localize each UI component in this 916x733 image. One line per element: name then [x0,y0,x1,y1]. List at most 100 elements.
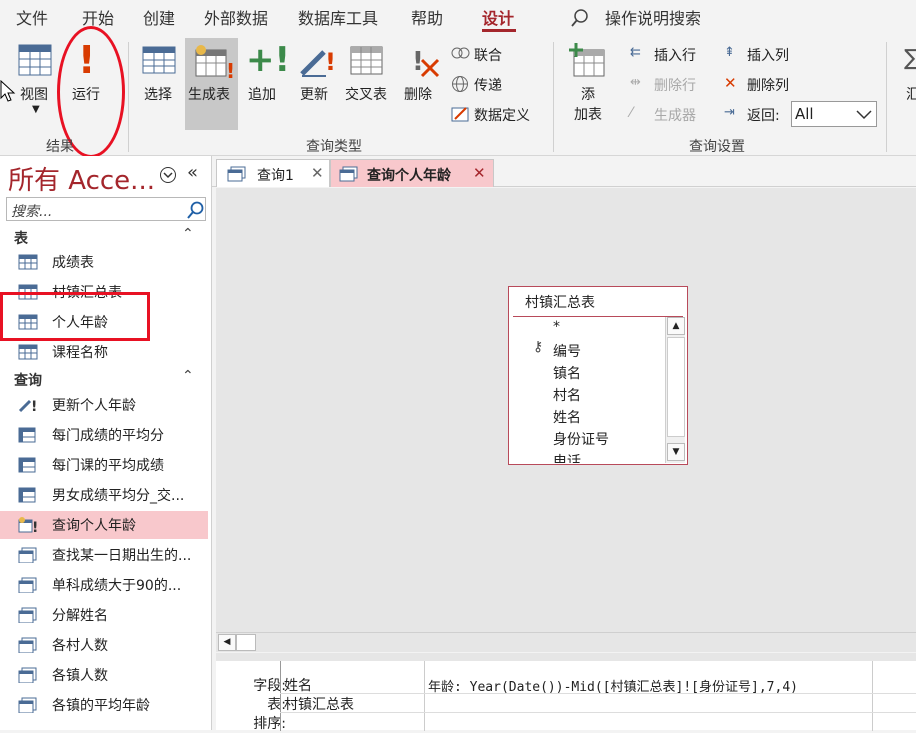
select-query-icon [142,46,176,74]
scroll-up-icon[interactable]: ▲ [667,317,685,335]
tab-query1[interactable]: 查询1 ✕ [216,159,330,187]
grid-table-cell[interactable]: 村镇汇总表 [284,694,354,714]
field-item[interactable]: 村名 [553,385,581,405]
row-label-sort: 排序: [253,716,286,732]
select-query-icon [18,697,37,713]
field-item[interactable]: 电话 [553,451,581,463]
grid-line [280,712,916,713]
nav-item-query[interactable]: 查找某一日期出生的... [0,541,208,569]
select-query-icon [18,667,37,683]
nav-item-query-selected[interactable]: ! 查询个人年龄 [0,511,208,539]
nav-item-query[interactable]: 男女成绩平均分_交... [0,481,208,509]
close-icon[interactable]: ✕ [473,164,486,182]
return-dropdown[interactable]: All [791,101,877,127]
nav-item-label: 每门课的平均成绩 [52,458,164,474]
crosstab-query-icon [18,487,36,503]
nav-item-query[interactable]: 各镇人数 [0,661,208,689]
nav-section-tables[interactable]: 表 [14,228,28,248]
ribbon: 视图 ▼ ! 运行 结果 选择 ! 生成表 +! 追加 ! 更新 [0,26,916,158]
builder-wand-icon: ⁄ [630,105,633,121]
svg-text:!: ! [226,59,233,80]
scroll-left-icon[interactable]: ◀ [218,634,236,651]
data-definition-icon [451,107,469,122]
nav-item-label: 各镇人数 [52,668,108,684]
nav-item-query[interactable]: 各村人数 [0,631,208,659]
chevron-down-icon [856,110,872,120]
collapse-section-icon[interactable]: ⌃ [182,226,194,242]
nav-item-table[interactable]: 成绩表 [0,248,208,276]
union-label: 联合 [474,48,502,64]
field-item[interactable]: * [553,319,560,335]
table-icon [18,344,38,360]
search-icon[interactable] [187,201,205,219]
field-item[interactable]: 身份证号 [553,429,609,449]
row-label-field: 字段: [253,678,286,694]
grid-line [280,661,281,731]
delete-label: 删除 [404,87,432,103]
cursor-arrow-icon [0,80,16,102]
nav-item-query[interactable]: 每门成绩的平均分 [0,421,208,449]
nav-item-label: 每门成绩的平均分 [52,428,164,444]
field-list-scrollbar[interactable]: ▲ ▼ [665,317,685,463]
select-label: 选择 [144,87,172,103]
field-item[interactable]: 镇名 [553,363,581,383]
select-query-icon [18,577,37,593]
crosstab-query-icon [18,457,36,473]
delete-column-label: 删除列 [747,78,789,94]
design-grid: 字段: 表: 排序: 姓名 村镇汇总表 年龄: Year(Date())-Mid… [216,653,916,732]
table-field-list[interactable]: 村镇汇总表 * ⚷ 编号 镇名 村名 姓名 身份证号 电话 ▲ ▼ [508,286,688,465]
nav-menu-dropdown-icon[interactable] [159,166,177,184]
horizontal-scrollbar[interactable]: ◀ [216,632,916,652]
nav-item-query[interactable]: 单科成绩大于90的... [0,571,208,599]
delete-row-label: 删除行 [654,78,696,94]
menu-help[interactable]: 帮助 [411,5,443,29]
grid-field-cell[interactable]: 姓名 [284,675,312,695]
pass-through-label: 传递 [474,78,502,94]
nav-item-table[interactable]: 课程名称 [0,338,208,366]
menu-design[interactable]: 设计 [482,5,514,29]
make-table-button[interactable]: ! 生成表 [185,38,238,130]
insert-row-icon: ⇇ [630,45,641,60]
grid-field-cell[interactable]: 年龄: Year(Date())-Mid([村镇汇总表]![身份证号],7,4) [428,676,798,695]
document-tabs: 查询1 ✕ 查询个人年龄 ✕ [212,156,916,187]
collapse-section-icon[interactable]: ⌃ [182,368,194,384]
menu-database-tools[interactable]: 数据库工具 [298,5,378,29]
scroll-down-icon[interactable]: ▼ [667,443,685,461]
field-item[interactable]: 编号 [553,341,581,361]
nav-search-input[interactable]: 搜索... [6,197,206,221]
delete-row-icon: ⇹ [630,75,641,90]
nav-item-label: 各镇的平均年龄 [52,698,150,714]
nav-title[interactable]: 所有 Acce... [8,160,155,197]
insert-column-label: 插入列 [747,48,789,64]
tab-label: 查询1 [257,168,294,184]
field-list: * ⚷ 编号 镇名 村名 姓名 身份证号 电话 [509,317,665,463]
make-table-query-icon: ! [18,517,38,533]
scroll-thumb[interactable] [667,337,685,437]
query-setup-group-label: 查询设置 [689,139,745,155]
field-item[interactable]: 姓名 [553,407,581,427]
table-icon [18,254,38,270]
update-pencil-icon: ! [300,48,334,77]
nav-item-query[interactable]: 每门课的平均成绩 [0,451,208,479]
nav-item-query[interactable]: 分解姓名 [0,601,208,629]
nav-item-label: 查询个人年龄 [52,518,136,534]
menu-file[interactable]: 文件 [16,5,48,29]
globe-icon [452,76,468,92]
close-icon[interactable]: ✕ [311,164,324,182]
nav-section-queries[interactable]: 查询 [14,370,42,390]
nav-item-query[interactable]: ! 更新个人年龄 [0,391,208,419]
view-dropdown-arrow[interactable]: ▼ [32,104,40,115]
overflow-label: 汇 [906,87,916,103]
ribbon-separator [553,42,554,152]
scroll-thumb[interactable] [236,634,256,651]
collapse-nav-icon[interactable]: « [187,162,198,183]
menu-bar: 文件 开始 创建 外部数据 数据库工具 帮助 设计 操作说明搜索 [0,0,916,32]
menu-create[interactable]: 创建 [143,5,175,29]
nav-item-query[interactable]: 各镇的平均年龄 [0,691,208,719]
menu-external-data[interactable]: 外部数据 [204,5,268,29]
select-query-icon [18,637,37,653]
totals-icon[interactable]: ∑ [904,46,916,71]
tab-active[interactable]: 查询个人年龄 ✕ [330,159,494,187]
tell-me-search[interactable]: 操作说明搜索 [605,5,701,29]
nav-item-label: 查找某一日期出生的... [52,548,192,564]
